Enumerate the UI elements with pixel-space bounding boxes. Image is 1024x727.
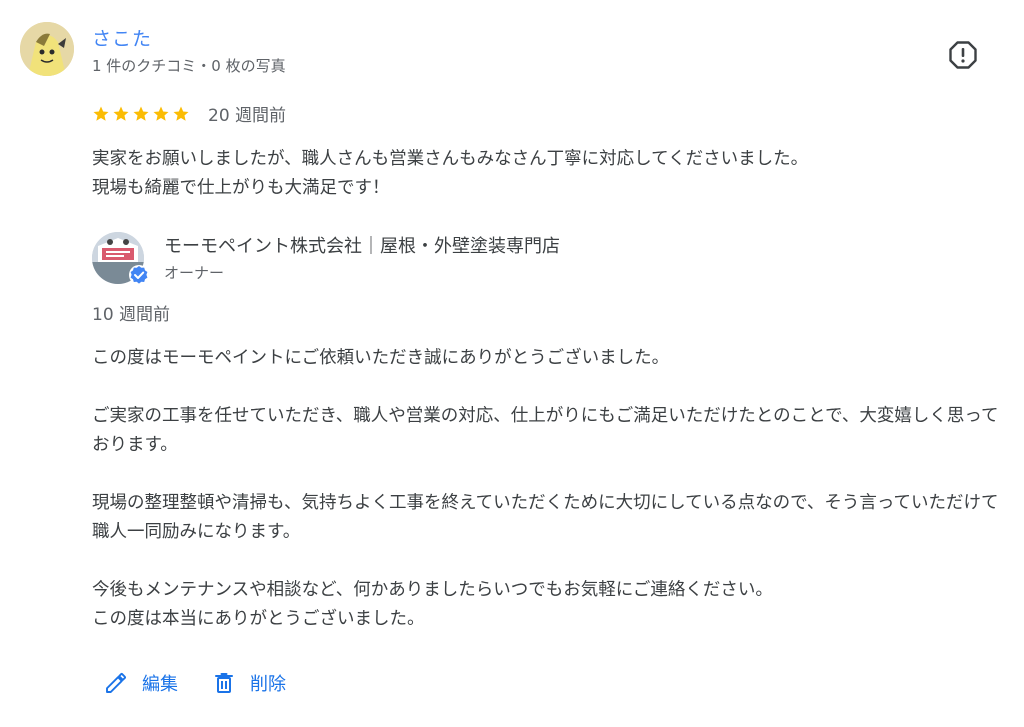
review-text-line: 実家をお願いしましたが、職人さんも営業さんもみなさん丁寧に対応してくださいました… [92,149,809,169]
delete-button[interactable]: 削除 [212,670,286,696]
owner-name[interactable]: モーモペイント株式会社｜屋根・外壁塗装専門店 [164,232,560,258]
owner-avatar[interactable] [92,232,149,286]
reply-paragraph: この度はモーモペイントにご依頼いただき誠にありがとうございました。 [92,348,670,368]
reply-paragraph: 現場の整理整頓や清掃も、気持ちよく工事を終えていただくために大切にしている点なの… [92,493,999,542]
review-card: さこた 1 件のクチコミ・0 枚の写真 20 週間前 実家をお願いしましたが、職… [0,0,1024,727]
star-icon [153,106,169,121]
reply-body: この度はモーモペイントにご依頼いただき誠にありがとうございました。 ご実家の工事… [92,344,1002,663]
star-icon [133,106,149,121]
star-icon [173,106,189,121]
reviewer-avatar-image [20,22,74,76]
reply-paragraph: 今後もメンテナンスや相談など、何かありましたらいつでもお気軽にご連絡ください。 … [92,580,773,629]
owner-role: オーナー [164,264,225,282]
trash-icon [215,673,233,693]
review-text-line: 現場も綺麗で仕上がりも大満足です！ [92,178,390,198]
star-icon [113,106,129,121]
review-date: 20 週間前 [208,106,287,126]
review-text: 実家をお願いしましたが、職人さんも営業さんもみなさん丁寧に対応してくださいました… [92,145,1002,203]
delete-label: 削除 [250,674,286,695]
report-flag-icon [949,41,977,69]
reply-paragraph: ご実家の工事を任せていただき、職人や営業の対応、仕上がりにもご満足いただけたとの… [92,406,999,455]
reviewer-name[interactable]: さこた [92,24,152,51]
pencil-icon [106,673,126,693]
rating-row: 20 週間前 [92,101,286,126]
edit-label: 編集 [142,674,178,695]
reviewer-avatar[interactable] [20,22,74,76]
reply-actions: 編集 削除 [104,670,320,696]
verified-check-icon [129,265,149,285]
star-icon [93,106,109,121]
report-button[interactable] [946,38,980,72]
reply-date: 10 週間前 [92,305,171,325]
edit-button[interactable]: 編集 [104,670,178,696]
star-rating [92,105,190,123]
reviewer-meta: 1 件のクチコミ・0 枚の写真 [92,57,286,75]
